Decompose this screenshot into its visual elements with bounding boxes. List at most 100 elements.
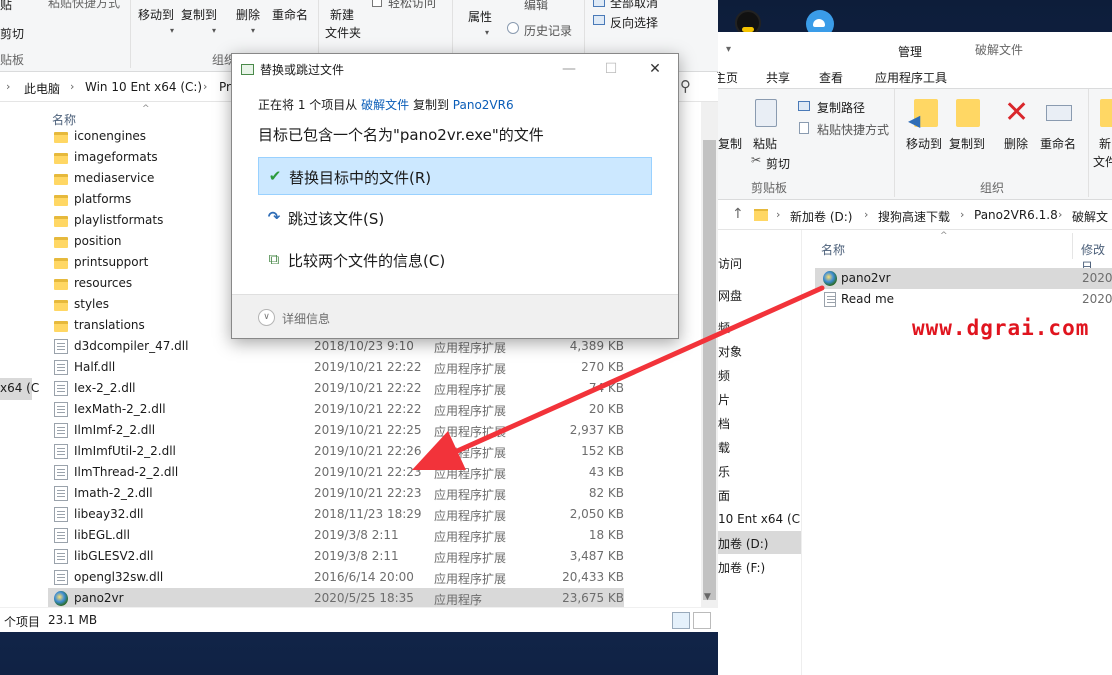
address-crumb[interactable]: 搜狗高速下载: [878, 208, 950, 225]
file-date: 2019/3/8 2:11: [314, 528, 399, 542]
large-icons-view-icon[interactable]: [693, 612, 711, 629]
chevron-down-icon[interactable]: ▾: [251, 26, 255, 35]
history-button[interactable]: 历史记录: [524, 22, 572, 39]
rename-button[interactable]: 重命名: [1040, 135, 1076, 152]
address-crumb[interactable]: 破解文: [1072, 208, 1108, 225]
chevron-down-icon[interactable]: ▾: [485, 28, 489, 37]
file-name: iconengines: [74, 129, 147, 143]
table-row-selected[interactable]: pano2vr 2020/5/25 18:35 应用程序 23,675 KB: [48, 588, 624, 609]
copy-to-button[interactable]: 复制到: [949, 135, 985, 152]
source-folder-link[interactable]: 破解文件: [361, 98, 409, 112]
address-crumb[interactable]: Win 10 Ent x64 (C:): [85, 80, 202, 94]
rename-button[interactable]: 重命名: [272, 6, 308, 23]
scroll-down-icon[interactable]: ▼: [704, 592, 711, 602]
edit-button[interactable]: 编辑: [524, 0, 548, 13]
cut-button[interactable]: 剪切: [0, 25, 24, 42]
table-row[interactable]: Half.dll 2019/10/21 22:22 应用程序扩展 270 KB: [48, 357, 624, 378]
table-row[interactable]: Iex-2_2.dll 2019/10/21 22:22 应用程序扩展 74 KB: [48, 378, 624, 399]
dll-file-icon: [54, 465, 68, 480]
address-crumb[interactable]: 新加卷 (D:): [790, 208, 852, 225]
scrollbar-thumb[interactable]: [703, 140, 716, 600]
nav-item[interactable]: 载: [718, 439, 730, 456]
nav-item[interactable]: 乐: [718, 463, 730, 480]
nav-item-drive-c[interactable]: x64 (C: [0, 381, 39, 395]
move-to-button[interactable]: 移动到: [138, 6, 174, 23]
paste-button[interactable]: 粘贴: [753, 135, 777, 152]
new-folder-button-partial[interactable]: 新: [1099, 135, 1111, 152]
paste-shortcut-button[interactable]: 粘贴快捷方式: [817, 121, 889, 138]
properties-button[interactable]: 属性: [468, 8, 492, 25]
compare-files-option[interactable]: ⧉ 比较两个文件的信息(C): [258, 241, 652, 279]
paste-shortcut-button[interactable]: 粘贴快捷方式: [48, 0, 120, 11]
replace-file-option[interactable]: ✔ 替换目标中的文件(R): [258, 157, 652, 195]
paste-button-partial[interactable]: 贴: [0, 0, 12, 13]
nav-item-drive-d[interactable]: 加卷 (D:): [718, 535, 768, 552]
chevron-down-icon[interactable]: ▾: [170, 26, 174, 35]
column-header-name[interactable]: 名称: [821, 241, 845, 258]
table-row[interactable]: libGLESV2.dll 2019/3/8 2:11 应用程序扩展 3,487 KB: [48, 546, 624, 567]
address-crumb[interactable]: 此电脑: [24, 80, 60, 97]
address-crumb[interactable]: Pr: [219, 80, 231, 94]
close-icon[interactable]: ✕: [638, 58, 672, 80]
invert-selection-button[interactable]: 反向选择: [610, 14, 658, 31]
nav-item[interactable]: 访问: [718, 255, 742, 272]
file-type: 应用程序扩展: [434, 362, 507, 376]
right-address-bar[interactable]: ↑ › 新加卷 (D:) › 搜狗高速下载 › Pano2VR6.1.8 › 破…: [718, 201, 1112, 230]
delete-button[interactable]: 删除: [1004, 135, 1028, 152]
dll-file-icon: [54, 486, 68, 501]
table-row[interactable]: IexMath-2_2.dll 2019/10/21 22:22 应用程序扩展 20 …: [48, 399, 624, 420]
minimize-icon[interactable]: —: [552, 58, 586, 80]
copy-to-icon: [956, 99, 980, 127]
nav-item[interactable]: 片: [718, 391, 730, 408]
tab-app-tools[interactable]: 应用程序工具: [875, 69, 947, 86]
easy-access-button[interactable]: 轻松访问: [388, 0, 436, 11]
expand-chevron-icon[interactable]: ∨: [258, 309, 275, 326]
file-row-pano2vr[interactable]: pano2vr 2020/: [815, 268, 1112, 289]
copy-path-button[interactable]: 复制路径: [817, 99, 865, 116]
qat-chevron-icon[interactable]: ▾: [726, 44, 731, 55]
select-none-button[interactable]: 全部取消: [610, 0, 658, 11]
cut-button[interactable]: 剪切: [766, 155, 790, 172]
details-view-icon[interactable]: [672, 612, 690, 629]
address-crumb[interactable]: Pano2VR6.1.8: [974, 208, 1058, 222]
delete-button[interactable]: 删除: [236, 6, 260, 23]
move-to-button[interactable]: 移动到: [906, 135, 942, 152]
search-icon[interactable]: ⚲: [680, 77, 691, 95]
table-row[interactable]: IlmThread-2_2.dll 2019/10/21 22:23 应用程序扩展 4…: [48, 462, 624, 483]
easy-access-checkbox[interactable]: [372, 0, 382, 7]
copy-dialog-icon: [241, 64, 254, 75]
more-details-button[interactable]: 详细信息: [282, 310, 330, 327]
nav-item[interactable]: 档: [718, 415, 730, 432]
nav-item-drive-c[interactable]: 10 Ent x64 (C: [718, 512, 800, 526]
up-arrow-icon[interactable]: ↑: [732, 206, 744, 222]
table-row[interactable]: IlmImf-2_2.dll 2019/10/21 22:25 应用程序扩展 2,93…: [48, 420, 624, 441]
table-row[interactable]: libeay32.dll 2018/11/23 18:29 应用程序扩展 2,050 …: [48, 504, 624, 525]
copy-to-button[interactable]: 复制到: [181, 6, 217, 23]
table-row[interactable]: opengl32sw.dll 2016/6/14 20:00 应用程序扩展 20,43…: [48, 567, 624, 588]
chevron-down-icon[interactable]: ▾: [212, 26, 216, 35]
destination-folder-link[interactable]: Pano2VR6: [453, 98, 514, 112]
nav-item-drive-f[interactable]: 加卷 (F:): [718, 559, 765, 576]
skip-file-option[interactable]: ↷ 跳过该文件(S): [258, 199, 652, 237]
tab-view[interactable]: 查看: [819, 69, 843, 86]
file-row-readme[interactable]: Read me 2020/: [815, 289, 1112, 310]
nav-item[interactable]: 网盘: [718, 287, 742, 304]
nav-item[interactable]: 对象: [718, 343, 742, 360]
table-row[interactable]: d3dcompiler_47.dll 2018/10/23 9:10 应用程序扩展 4…: [48, 336, 624, 357]
dll-file-icon: [54, 570, 68, 585]
skip-arrow-icon: ↷: [267, 208, 281, 226]
table-row[interactable]: Imath-2_2.dll 2019/10/21 22:23 应用程序扩展 82 KB: [48, 483, 624, 504]
table-row[interactable]: IlmImfUtil-2_2.dll 2019/10/21 22:26 应用程序扩展…: [48, 441, 624, 462]
copy-button-partial[interactable]: 复制: [718, 135, 742, 152]
nav-item[interactable]: 频: [718, 367, 730, 384]
file-date: 2016/6/14 20:00: [314, 570, 414, 584]
tab-share[interactable]: 共享: [766, 69, 790, 86]
nav-item[interactable]: 面: [718, 487, 730, 504]
new-folder-button[interactable]: 新建: [330, 6, 354, 23]
new-folder-icon: [1100, 99, 1112, 127]
file-name: libeay32.dll: [74, 507, 144, 521]
text-file-icon: [824, 292, 836, 307]
maximize-icon[interactable]: ☐: [594, 58, 628, 80]
table-row[interactable]: libEGL.dll 2019/3/8 2:11 应用程序扩展 18 KB: [48, 525, 624, 546]
nav-item[interactable]: 频: [718, 319, 730, 336]
